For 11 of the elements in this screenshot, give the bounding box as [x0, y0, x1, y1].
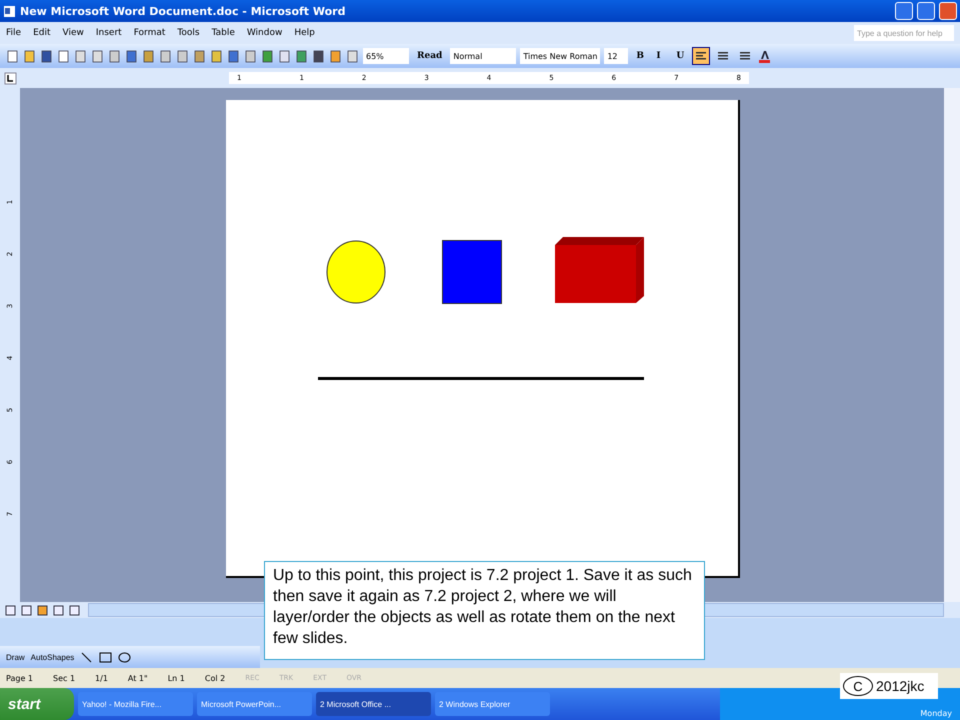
copyright-text: 2012jkc: [876, 678, 924, 694]
status-field: At 1": [128, 674, 148, 682]
status-field: Sec 1: [53, 674, 76, 682]
status-field: Col 2: [204, 674, 226, 682]
copyright-mark: C: [843, 676, 873, 696]
window-title: New Microsoft Word Document.doc - Microsoft Word: [20, 4, 346, 18]
callout-tooltip: Up to this point, this project is 7.2 project 1. Save it as such then save it again as 7.2 project 2, where we will layer/order the objects as well as rotate them on the next few slides.: [264, 561, 705, 660]
clock-day: Monday: [920, 709, 952, 718]
status-field: 1/1: [95, 674, 108, 682]
status-field: Ln 1: [168, 674, 185, 682]
status-field: Page 1: [6, 674, 33, 682]
